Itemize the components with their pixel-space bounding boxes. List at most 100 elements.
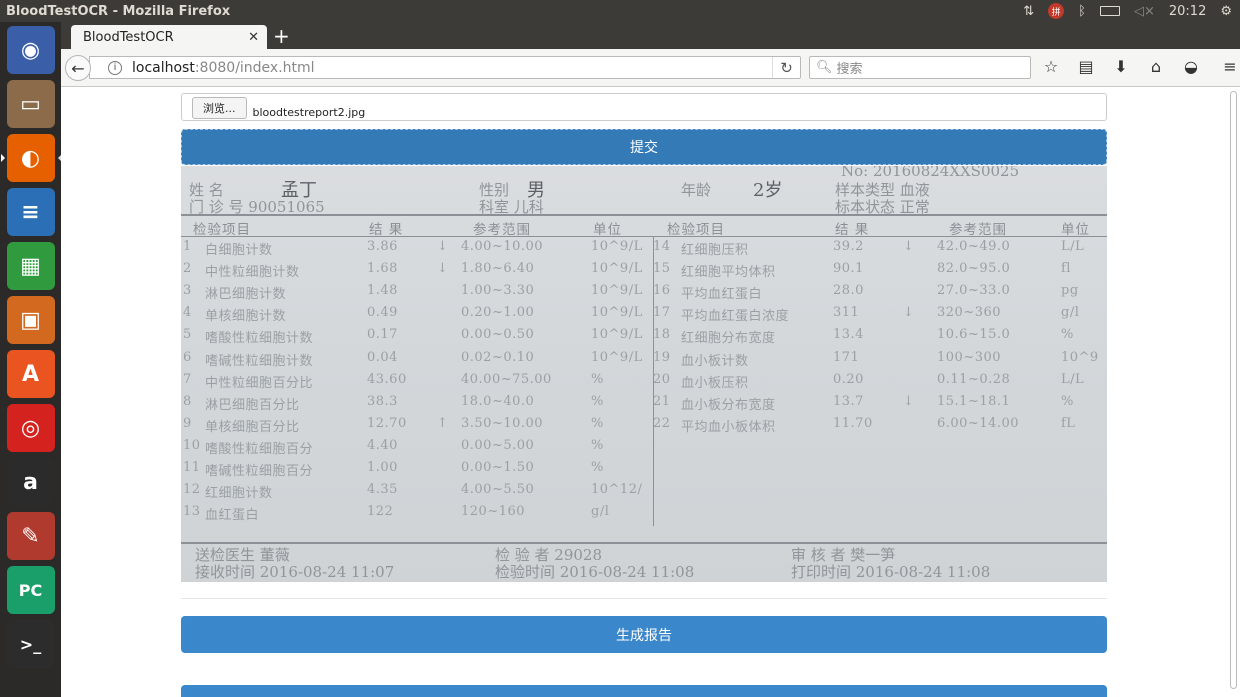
- navigation-bar: i localhost:8080/index.html ↻ ← 🔍︎ 搜索 ☆ …: [61, 49, 1240, 87]
- col-result-left: 结 果: [369, 222, 404, 238]
- row-item-name: 单核细胞计数: [205, 309, 287, 325]
- row-number: 17: [653, 305, 671, 321]
- row-flag: ↓: [437, 239, 449, 254]
- tab-bloodtestocr[interactable]: BloodTestOCR ✕: [71, 25, 267, 49]
- row-unit: %: [591, 415, 604, 431]
- file-input[interactable]: 浏览... bloodtestreport2.jpg: [181, 93, 1107, 121]
- tab-title: BloodTestOCR: [83, 29, 174, 45]
- row-item-name: 嗜酸性粒细胞计数: [205, 331, 314, 347]
- row-item-name: 血小板压积: [681, 375, 749, 391]
- row-number: 21: [653, 393, 671, 409]
- receive-time: 接收时间 2016-08-24 11:07: [195, 563, 395, 581]
- row-result: 1.00: [367, 460, 398, 475]
- row-reference-range: 120~160: [461, 504, 526, 520]
- launcher-system-settings-icon[interactable]: ✎: [6, 512, 55, 560]
- col-range-left: 参考范围: [473, 222, 531, 238]
- row-reference-range: 6.00~14.00: [937, 415, 1020, 431]
- launcher-ubuntu-software-icon[interactable]: A: [6, 350, 55, 398]
- report-number: No: 20160824XXS0025: [841, 166, 1020, 180]
- row-reference-range: 0.00~1.50: [461, 460, 535, 475]
- row-item-name: 红细胞压积: [681, 243, 749, 258]
- row-item-name: 淋巴细胞计数: [205, 287, 287, 303]
- launcher-libreoffice-writer-icon[interactable]: ≡: [6, 188, 55, 236]
- row-number: 9: [183, 415, 192, 431]
- url-text[interactable]: localhost:8080/index.html: [132, 60, 315, 76]
- row-reference-range: 1.80~6.40: [461, 261, 535, 277]
- input-method-icon[interactable]: 拼: [1048, 3, 1065, 19]
- row-flag: ↓: [437, 261, 449, 277]
- reload-icon[interactable]: ↻: [772, 57, 800, 78]
- row-item-name: 平均血小板体积: [681, 419, 776, 435]
- row-unit: 10^9/L: [591, 327, 643, 343]
- file-name: bloodtestreport2.jpg: [252, 106, 366, 119]
- home-icon[interactable]: ⌂: [1146, 57, 1166, 76]
- launcher-amazon-icon[interactable]: a: [6, 458, 55, 506]
- row-item-name: 嗜碱性粒细胞计数: [205, 353, 314, 369]
- browse-button[interactable]: 浏览...: [192, 97, 247, 119]
- row-result: 4.40: [367, 437, 398, 453]
- close-tab-icon[interactable]: ✕: [248, 30, 259, 45]
- back-button[interactable]: ←: [65, 55, 91, 81]
- row-number: 19: [653, 349, 671, 365]
- site-info-icon[interactable]: i: [108, 60, 122, 75]
- url-bar[interactable]: i localhost:8080/index.html ↻: [89, 56, 801, 79]
- row-item-name: 红细胞平均体积: [681, 265, 776, 281]
- search-bar[interactable]: 🔍︎ 搜索: [809, 56, 1031, 79]
- pocket-icon[interactable]: ◒: [1181, 57, 1201, 76]
- col-item-right: 检验项目: [667, 222, 725, 238]
- battery-icon[interactable]: [1099, 6, 1120, 16]
- column-rule: [181, 236, 1107, 237]
- network-icon[interactable]: ⇅: [1023, 4, 1034, 19]
- bookmark-star-icon[interactable]: ☆: [1041, 57, 1061, 76]
- page-scrollbar[interactable]: [1228, 87, 1238, 697]
- launcher-libreoffice-impress-icon[interactable]: ▣: [6, 296, 55, 344]
- launcher-ubuntu-dash-icon[interactable]: ◉: [6, 26, 55, 74]
- age-label: 年龄: [681, 181, 712, 199]
- row-reference-range: 82.0~95.0: [937, 261, 1011, 277]
- launcher-firefox-icon[interactable]: ◐: [0, 134, 62, 182]
- launcher-libreoffice-calc-icon[interactable]: ▦: [6, 242, 55, 290]
- menu-hamburger-icon[interactable]: ≡: [1220, 57, 1240, 76]
- row-reference-range: 0.00~5.00: [461, 437, 535, 453]
- scrollbar-thumb[interactable]: [1230, 91, 1237, 689]
- settings-gear-icon[interactable]: ⚙: [1220, 4, 1232, 19]
- volume-muted-icon[interactable]: ◁×: [1134, 4, 1155, 19]
- downloads-icon[interactable]: ⬇: [1111, 57, 1131, 76]
- launcher-terminal-icon[interactable]: >_: [6, 620, 55, 668]
- row-number: 2: [183, 261, 192, 277]
- header-rule: [181, 214, 1107, 216]
- launcher-files-icon[interactable]: ▭: [6, 80, 55, 128]
- row-item-name: 单核细胞百分比: [205, 419, 300, 435]
- row-number: 15: [653, 261, 671, 277]
- col-range-right: 参考范围: [949, 222, 1007, 238]
- row-result: 90.1: [833, 261, 864, 277]
- next-section-button[interactable]: [181, 685, 1107, 697]
- generate-report-button[interactable]: 生成报告: [181, 616, 1107, 653]
- row-unit: %: [591, 393, 604, 409]
- row-reference-range: 0.02~0.10: [461, 349, 535, 365]
- row-unit: 10^9/L: [591, 305, 643, 321]
- col-unit-right: 单位: [1061, 222, 1090, 238]
- bluetooth-icon[interactable]: ᛒ: [1078, 4, 1086, 19]
- col-item-left: 检验项目: [193, 222, 251, 238]
- clock[interactable]: 20:12: [1169, 4, 1206, 19]
- row-number: 12: [183, 482, 201, 498]
- row-reference-range: 15.1~18.1: [937, 393, 1011, 409]
- blood-test-report-image: No: 20160824XXS0025 姓 名 孟丁 性别 男 年龄 2岁 样本…: [181, 166, 1107, 582]
- submit-button[interactable]: 提交: [181, 129, 1107, 165]
- launcher-pycharm-icon[interactable]: PC: [6, 566, 55, 614]
- row-reference-range: 40.00~75.00: [461, 371, 552, 387]
- new-tab-button[interactable]: +: [273, 24, 290, 48]
- row-result: 28.0: [833, 283, 864, 299]
- row-number: 16: [653, 283, 671, 299]
- back-arrow-icon: ←: [71, 58, 85, 78]
- launcher-netease-music-icon[interactable]: ◎: [6, 404, 55, 452]
- row-item-name: 血红蛋白: [205, 508, 260, 524]
- row-number: 6: [183, 349, 192, 365]
- row-number: 11: [183, 460, 201, 475]
- age-value: 2岁: [753, 180, 783, 201]
- row-number: 3: [183, 283, 192, 299]
- row-unit: %: [591, 371, 604, 387]
- row-unit: 10^9/L: [591, 261, 643, 277]
- reading-list-icon[interactable]: ▤: [1076, 57, 1096, 76]
